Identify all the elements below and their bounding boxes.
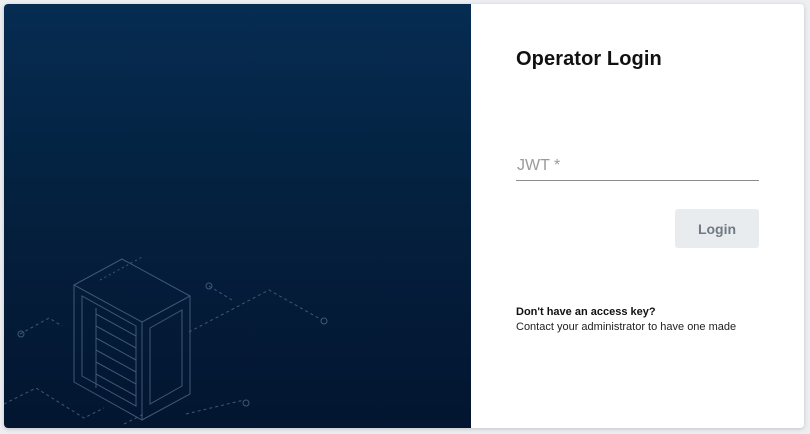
jwt-field <box>516 152 759 181</box>
server-rack-icon <box>4 255 328 425</box>
jwt-input[interactable] <box>516 152 759 180</box>
login-button[interactable]: Login <box>675 209 759 248</box>
login-form-panel: Operator Login Login Don't have an acces… <box>471 4 804 428</box>
hero-panel <box>4 4 471 428</box>
login-card: Operator Login Login Don't have an acces… <box>4 4 804 428</box>
help-heading: Don't have an access key? <box>516 306 656 318</box>
help-text: Contact your administrator to have one m… <box>516 321 737 333</box>
page-title: Operator Login <box>516 48 662 70</box>
